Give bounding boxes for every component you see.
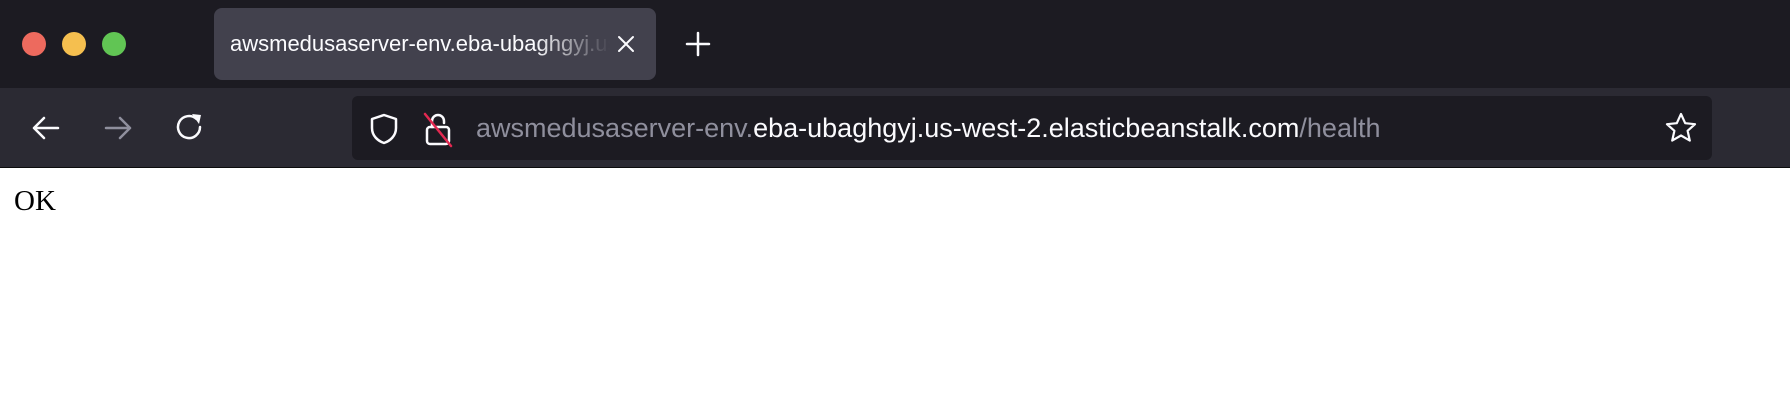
window-close-button[interactable] (22, 32, 46, 56)
page-body-text: OK (14, 185, 56, 217)
window-minimize-button[interactable] (62, 32, 86, 56)
arrow-left-icon[interactable] (28, 110, 64, 146)
tab-title: awsmedusaserver-env.eba-ubaghgyj.us-west… (230, 31, 610, 56)
plus-icon[interactable] (682, 28, 714, 60)
star-icon[interactable] (1664, 111, 1698, 145)
close-icon[interactable] (612, 30, 640, 58)
reload-icon[interactable] (172, 110, 208, 146)
url-path: /health (1299, 113, 1381, 143)
address-bar[interactable]: awsmedusaserver-env.eba-ubaghgyj.us-west… (352, 96, 1712, 160)
url-host: eba-ubaghgyj.us-west-2.elasticbeanstalk.… (753, 113, 1300, 143)
insecure-lock-icon[interactable] (422, 110, 454, 148)
window-maximize-button[interactable] (102, 32, 126, 56)
navigation-toolbar: awsmedusaserver-env.eba-ubaghgyj.us-west… (0, 88, 1790, 168)
tab-strip: awsmedusaserver-env.eba-ubaghgyj.us-west… (0, 0, 1790, 88)
url-subdomain: awsmedusaserver-env. (476, 113, 754, 143)
arrow-right-icon[interactable] (100, 110, 136, 146)
tab-active[interactable]: awsmedusaserver-env.eba-ubaghgyj.us-west… (214, 8, 656, 80)
browser-window: awsmedusaserver-env.eba-ubaghgyj.us-west… (0, 0, 1790, 404)
url-text[interactable]: awsmedusaserver-env.eba-ubaghgyj.us-west… (476, 112, 1380, 144)
page-content: OK (0, 169, 1790, 404)
shield-icon[interactable] (368, 112, 400, 146)
